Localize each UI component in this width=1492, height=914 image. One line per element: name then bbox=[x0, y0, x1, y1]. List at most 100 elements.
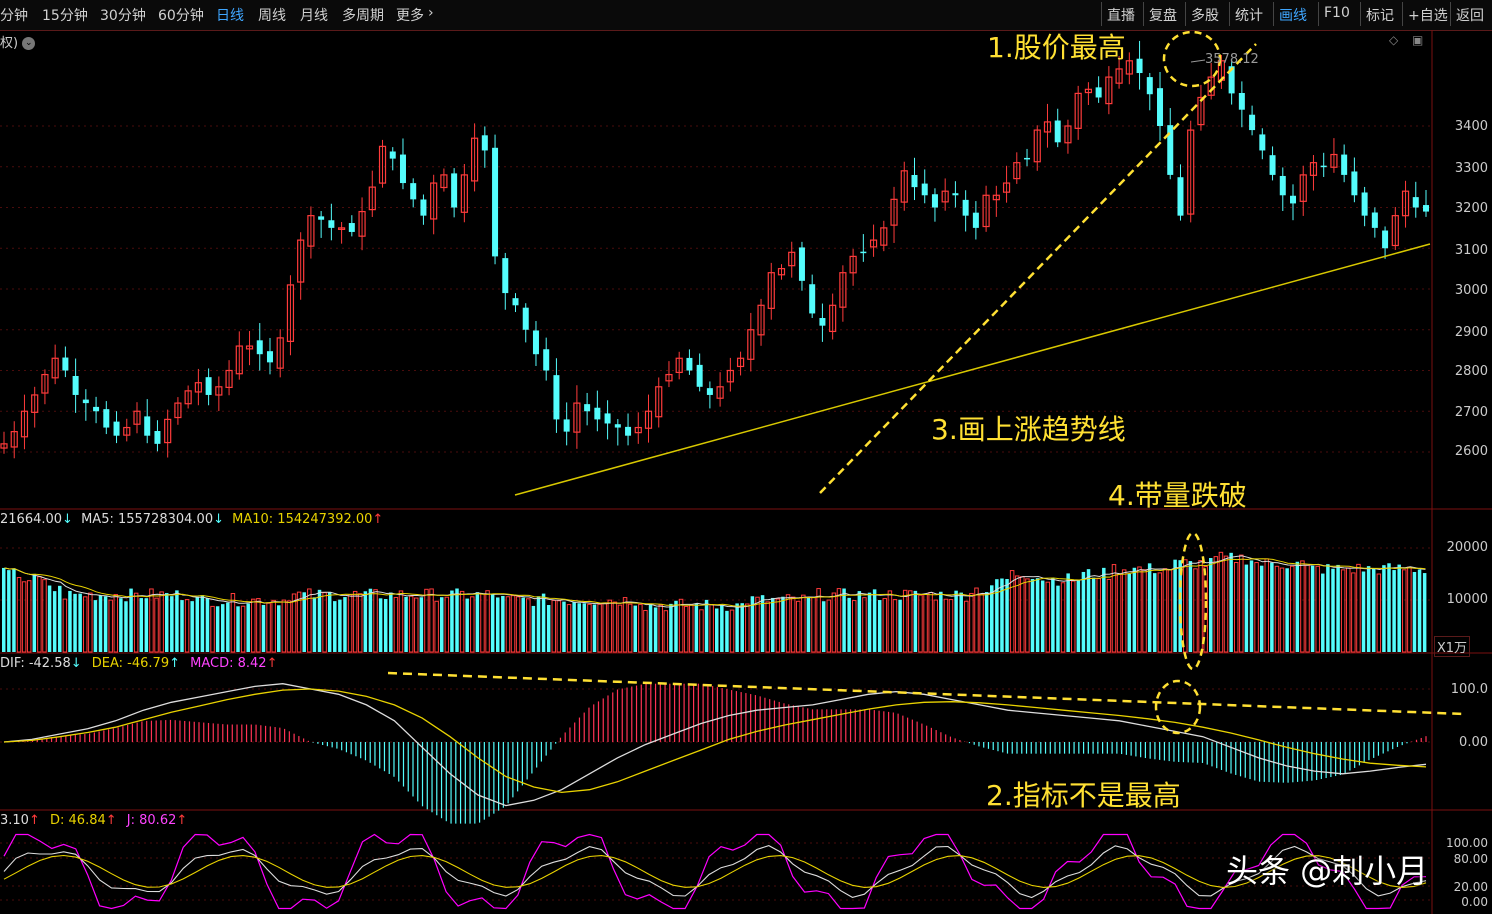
vol-tick: 20000 bbox=[1446, 540, 1488, 555]
volume-bar bbox=[923, 593, 928, 653]
volume-bar bbox=[16, 577, 22, 653]
period-tab[interactable]: 30分钟 bbox=[100, 5, 146, 25]
volume-bar bbox=[1173, 559, 1177, 652]
volume-bar bbox=[1167, 569, 1173, 653]
macd-legend: DIF: -42.58↓ DEA: -46.79↑ MACD: 8.42↑ bbox=[0, 656, 278, 671]
tool-button[interactable]: 多股 bbox=[1185, 2, 1224, 26]
volume-bar bbox=[1244, 564, 1249, 652]
candle-body bbox=[614, 424, 621, 428]
candle-body bbox=[921, 183, 928, 196]
candle-body bbox=[103, 409, 110, 428]
volume-bar bbox=[496, 597, 500, 652]
volume-bar bbox=[785, 594, 791, 653]
tool-button[interactable]: +自选 bbox=[1402, 2, 1453, 26]
price-tick: 3400 bbox=[1454, 119, 1488, 134]
volume-bar bbox=[200, 595, 205, 652]
price-tick: 3000 bbox=[1454, 283, 1488, 298]
volume-bar bbox=[501, 595, 505, 652]
period-toolbar: 分钟 15分钟 30分钟 60分钟 日线 周线 月线 多周期 更多 › 直播 复盘 多股 统计 画线 F10… bbox=[0, 0, 1492, 31]
volume-bar bbox=[389, 592, 393, 652]
tool-button[interactable]: F10 bbox=[1318, 2, 1355, 26]
volume-bar bbox=[1279, 567, 1285, 653]
volume-bar bbox=[424, 588, 429, 653]
candle-body bbox=[512, 298, 519, 306]
tool-button[interactable]: 标记 bbox=[1360, 2, 1399, 26]
tool-button[interactable]: 返回 bbox=[1450, 2, 1489, 26]
period-tab[interactable]: 周线 bbox=[258, 5, 286, 25]
period-tab[interactable]: 多周期 bbox=[342, 5, 384, 25]
volume-bar bbox=[683, 605, 689, 653]
volume-bar bbox=[1035, 578, 1040, 652]
volume-bar bbox=[133, 592, 139, 653]
volume-bar bbox=[556, 600, 562, 653]
period-tab[interactable]: 日线 bbox=[216, 5, 244, 25]
volume-bar bbox=[338, 599, 342, 652]
tool-button[interactable]: 直播 bbox=[1101, 2, 1140, 26]
volume-bar bbox=[459, 590, 465, 653]
period-tab[interactable]: 60分钟 bbox=[158, 5, 204, 25]
period-tab[interactable]: 更多 bbox=[396, 5, 424, 25]
candle-body bbox=[420, 199, 427, 216]
volume-bar bbox=[1417, 569, 1422, 652]
candle-body bbox=[1382, 230, 1389, 249]
candle-body bbox=[1341, 154, 1348, 175]
candle-body bbox=[1095, 87, 1102, 98]
volume-bar bbox=[725, 610, 729, 652]
volume-bar bbox=[98, 595, 103, 652]
volume-bar bbox=[1060, 582, 1066, 653]
volume-bar bbox=[210, 605, 215, 653]
volume-bar bbox=[1407, 566, 1412, 653]
volume-bar bbox=[959, 592, 963, 652]
volume-bar bbox=[531, 605, 536, 652]
volume-bar bbox=[1412, 571, 1417, 652]
volume-bar bbox=[327, 592, 332, 652]
volume-bar bbox=[88, 592, 93, 653]
tool-button[interactable]: 复盘 bbox=[1143, 2, 1182, 26]
volume-bar bbox=[1295, 561, 1300, 652]
volume-bar bbox=[1270, 562, 1274, 652]
tool-button[interactable]: 统计 bbox=[1229, 2, 1268, 26]
period-tab[interactable]: 分钟 bbox=[0, 5, 28, 25]
candle-body bbox=[1290, 195, 1297, 204]
macd-tick: 100.0 bbox=[1450, 682, 1488, 697]
volume-bar bbox=[286, 600, 292, 653]
candle-body bbox=[502, 258, 509, 294]
volume-bar bbox=[1376, 573, 1382, 653]
volume-bar bbox=[1096, 578, 1101, 653]
volume-bar bbox=[801, 594, 806, 653]
diamond-icon[interactable]: ◇ bbox=[1389, 33, 1398, 47]
volume-bar bbox=[882, 598, 888, 653]
volume-bar bbox=[434, 600, 439, 653]
volume-bar bbox=[266, 602, 271, 653]
volume-bar bbox=[12, 568, 16, 652]
kdj-tick: 20.00 bbox=[1453, 880, 1488, 894]
period-tab[interactable]: 月线 bbox=[300, 5, 328, 25]
volume-bar bbox=[1152, 573, 1157, 652]
volume-bar bbox=[1239, 554, 1244, 653]
candle-body bbox=[1238, 93, 1245, 110]
volume-bar bbox=[729, 609, 735, 653]
volume-bar bbox=[765, 601, 770, 653]
volume-bar bbox=[826, 599, 832, 653]
tool-button[interactable]: 画线 bbox=[1273, 2, 1312, 26]
chevron-right-icon[interactable]: › bbox=[428, 5, 434, 21]
kdj-tick: 0.00 bbox=[1461, 895, 1488, 909]
volume-bar bbox=[455, 588, 459, 652]
volume-bar bbox=[1213, 556, 1219, 653]
volume-bar bbox=[831, 592, 837, 653]
volume-bar bbox=[541, 593, 546, 652]
volume-bar bbox=[781, 596, 785, 652]
volume-bar bbox=[47, 585, 52, 652]
chart-canvas[interactable] bbox=[0, 30, 1492, 914]
window-icon[interactable]: ▣ bbox=[1412, 33, 1423, 47]
volume-bar bbox=[129, 588, 133, 652]
rights-label[interactable]: 权) ⌄ bbox=[0, 32, 36, 51]
volume-bar bbox=[816, 588, 821, 653]
candle-body bbox=[696, 364, 703, 387]
volume-bar bbox=[740, 603, 744, 652]
dropdown-icon[interactable]: ⌄ bbox=[22, 37, 36, 50]
volume-bar bbox=[1071, 580, 1076, 653]
volume-bar bbox=[1076, 580, 1081, 652]
period-tab[interactable]: 15分钟 bbox=[42, 5, 88, 25]
candle-body bbox=[1259, 134, 1266, 151]
